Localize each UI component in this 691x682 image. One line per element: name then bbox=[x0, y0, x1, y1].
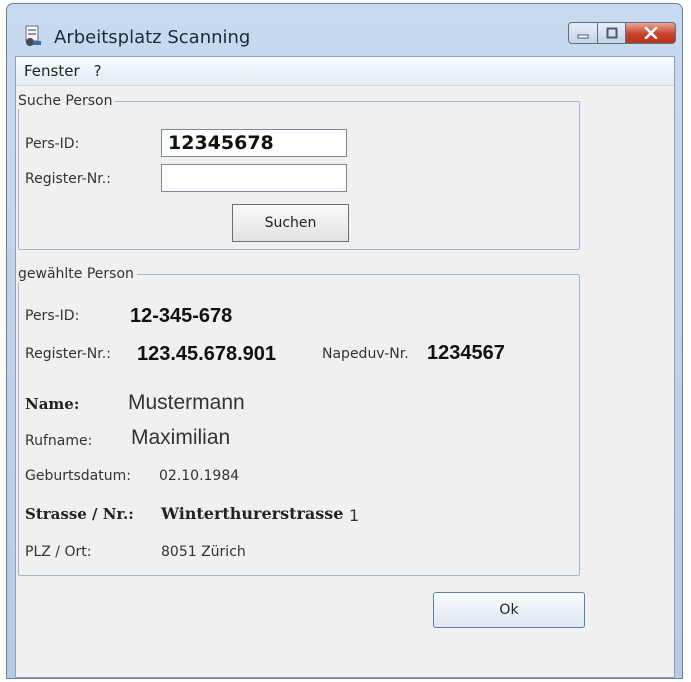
minimize-icon bbox=[577, 24, 589, 43]
title-bar[interactable]: Arbeitsplatz Scanning bbox=[7, 4, 682, 56]
name-value: Mustermann bbox=[128, 391, 245, 414]
plz-label: PLZ / Ort: bbox=[25, 544, 92, 560]
window-client-area: Fenster ? Suche Person Pers-ID: 12345678… bbox=[15, 56, 675, 678]
search-group-legend: Suche Person bbox=[18, 93, 113, 109]
selected-person-group: gewählte Person bbox=[18, 266, 580, 576]
napeduv-value: 1234567 bbox=[427, 342, 505, 364]
birthdate-value: 02.10.1984 bbox=[159, 468, 240, 484]
rufname-value: Maximilian bbox=[131, 426, 231, 449]
close-icon bbox=[644, 24, 658, 43]
rufname-label: Rufname: bbox=[25, 433, 93, 449]
selected-group-legend: gewählte Person bbox=[18, 266, 134, 282]
maximize-icon bbox=[606, 24, 618, 43]
minimize-button[interactable] bbox=[568, 22, 598, 44]
name-label: Name: bbox=[25, 395, 80, 413]
street-label: Strasse / Nr.: bbox=[25, 505, 134, 523]
street-number: 1 bbox=[349, 506, 360, 525]
menu-fenster[interactable]: Fenster bbox=[16, 62, 86, 80]
selected-pers-id-label: Pers-ID: bbox=[25, 308, 80, 324]
caption-buttons bbox=[568, 22, 676, 46]
close-button[interactable] bbox=[626, 22, 676, 44]
application-window: Arbeitsplatz Scanning Fenster ? Suche Pe… bbox=[6, 3, 683, 679]
selected-register-label: Register-Nr.: bbox=[25, 346, 111, 362]
register-nr-input[interactable] bbox=[161, 164, 347, 192]
ok-button[interactable]: Ok bbox=[433, 592, 585, 628]
scanner-app-icon bbox=[23, 25, 43, 47]
search-button[interactable]: Suchen bbox=[232, 204, 349, 242]
pers-id-input[interactable]: 12345678 bbox=[161, 129, 347, 157]
birthdate-label: Geburtsdatum: bbox=[25, 468, 131, 484]
napeduv-label: Napeduv-Nr. bbox=[322, 346, 409, 362]
street-value: Winterthurerstrasse bbox=[161, 504, 344, 523]
selected-pers-id-value: 12-345-678 bbox=[130, 305, 233, 327]
selected-register-value: 123.45.678.901 bbox=[137, 343, 277, 365]
window-title: Arbeitsplatz Scanning bbox=[54, 27, 251, 48]
search-pers-id-label: Pers-ID: bbox=[25, 136, 80, 152]
menu-bar: Fenster ? bbox=[16, 57, 674, 86]
menu-help[interactable]: ? bbox=[86, 62, 108, 80]
maximize-button[interactable] bbox=[598, 22, 626, 44]
plz-value: 8051 Zürich bbox=[161, 544, 246, 560]
search-register-label: Register-Nr.: bbox=[25, 171, 111, 187]
